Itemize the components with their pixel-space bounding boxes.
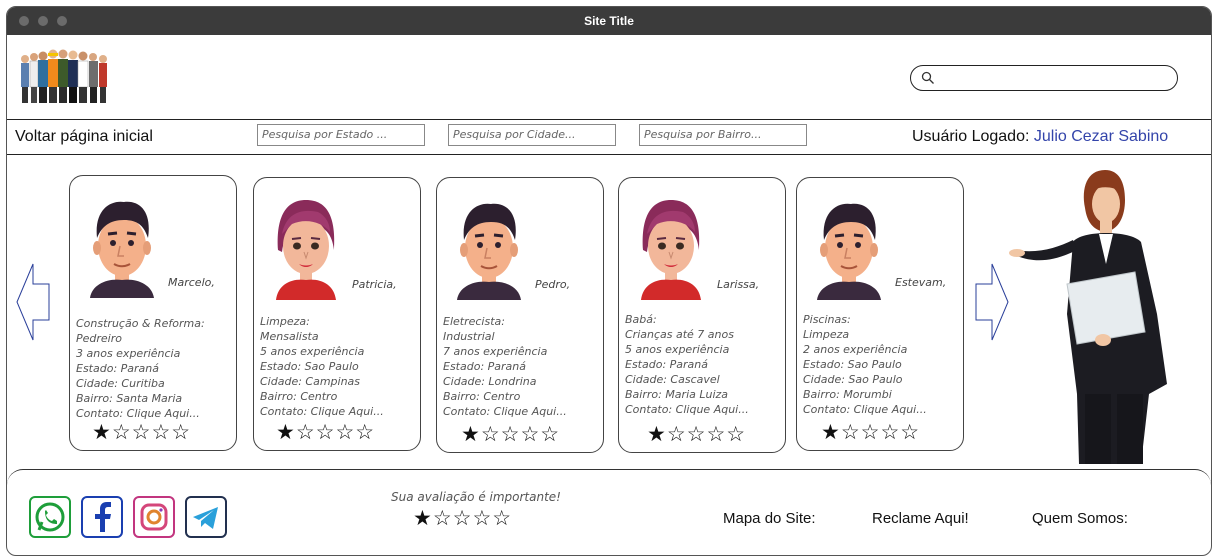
- state-search-input[interactable]: Pesquisa por Estado ...: [257, 124, 425, 146]
- rating-message: Sua avaliação é importante!: [390, 490, 561, 504]
- detail-line: Bairro: Santa Maria: [76, 392, 183, 405]
- male-avatar: [449, 190, 529, 300]
- detail-line: Bairro: Centro: [443, 390, 521, 403]
- logged-user: Usuário Logado: Julio Cezar Sabino: [912, 128, 1168, 146]
- detail-line: 7 anos experiência: [443, 345, 548, 358]
- professional-details: Limpeza: Mensalista 5 anos experiência Esta…: [260, 314, 384, 419]
- detail-line: Estado: Sao Paulo: [260, 360, 359, 373]
- carousel-prev-arrow-icon[interactable]: [15, 262, 51, 342]
- logged-user-name[interactable]: Julio Cezar Sabino: [1034, 128, 1168, 145]
- rating-stars[interactable]: ★☆☆☆☆: [276, 422, 375, 443]
- professional-name: Pedro,: [535, 278, 571, 291]
- contact-link[interactable]: Contato: Clique Aqui...: [260, 404, 384, 419]
- detail-line: 3 anos experiência: [76, 347, 181, 360]
- detail-line: Crianças até 7 anos: [625, 328, 734, 341]
- detail-line: Limpeza:: [260, 315, 310, 328]
- professional-card[interactable]: Larissa, Babá: Crianças até 7 anos 5 anos e…: [618, 177, 786, 453]
- presenter-woman-image: [1009, 170, 1167, 464]
- carousel-next-arrow-icon[interactable]: [974, 262, 1010, 342]
- professional-name: Estevam,: [895, 276, 947, 289]
- rating-stars[interactable]: ★☆☆☆☆: [92, 422, 191, 443]
- detail-line: Cidade: Londrina: [443, 375, 537, 388]
- detail-line: Bairro: Morumbi: [803, 388, 892, 401]
- title-bar: Site Title: [7, 7, 1211, 35]
- detail-line: Construção & Reforma:: [76, 317, 205, 330]
- rating-stars[interactable]: ★☆☆☆☆: [647, 424, 746, 445]
- detail-line: Limpeza: [803, 328, 850, 341]
- nav-bar: Voltar página inicial Pesquisa por Estad…: [7, 119, 1211, 155]
- professional-details: Babá: Crianças até 7 anos 5 anos experiênc…: [625, 312, 749, 417]
- female-avatar: [631, 190, 711, 300]
- district-search-placeholder: Pesquisa por Bairro...: [644, 128, 762, 141]
- professional-card[interactable]: Estevam, Piscinas: Limpeza 2 anos experiênc…: [796, 177, 964, 451]
- search-icon: [921, 71, 934, 84]
- detail-line: 2 anos experiência: [803, 343, 908, 356]
- city-search-placeholder: Pesquisa por Cidade...: [453, 128, 576, 141]
- city-search-input[interactable]: Pesquisa por Cidade...: [448, 124, 616, 146]
- detail-line: Eletrecista:: [443, 315, 505, 328]
- site-map-link[interactable]: Mapa do Site:: [723, 510, 816, 527]
- back-home-link[interactable]: Voltar página inicial: [15, 128, 153, 146]
- browser-window: Site Title Voltar página inicial Pesquis…: [6, 6, 1212, 556]
- detail-line: Industrial: [443, 330, 495, 343]
- whatsapp-icon[interactable]: [29, 496, 71, 538]
- detail-line: Bairro: Maria Luiza: [625, 388, 729, 401]
- professional-details: Piscinas: Limpeza 2 anos experiência Estado…: [803, 312, 927, 417]
- professional-name: Marcelo,: [168, 276, 215, 289]
- detail-line: 5 anos experiência: [625, 343, 730, 356]
- complaint-link[interactable]: Reclame Aqui!: [872, 510, 969, 527]
- detail-line: 5 anos experiência: [260, 345, 365, 358]
- instagram-icon[interactable]: [133, 496, 175, 538]
- detail-line: Pedreiro: [76, 332, 122, 345]
- detail-line: Estado: Paraná: [76, 362, 159, 375]
- professional-card[interactable]: Marcelo, Construção & Reforma: Pedreiro 3 a…: [69, 175, 237, 451]
- workers-group-logo[interactable]: [17, 45, 113, 107]
- male-avatar: [809, 190, 889, 300]
- detail-line: Babá:: [625, 313, 657, 326]
- window-title: Site Title: [584, 14, 634, 28]
- professional-card[interactable]: Pedro, Eletrecista: Industrial 7 anos exper…: [436, 177, 604, 453]
- professional-details: Construção & Reforma: Pedreiro 3 anos expe…: [76, 316, 205, 421]
- contact-link[interactable]: Contato: Clique Aqui...: [76, 406, 205, 421]
- detail-line: Estado: Paraná: [443, 360, 526, 373]
- professional-name: Patricia,: [352, 278, 397, 291]
- professional-card[interactable]: Patricia, Limpeza: Mensalista 5 anos experi…: [253, 177, 421, 451]
- detail-line: Cidade: Sao Paulo: [803, 373, 903, 386]
- detail-line: Estado: Paraná: [625, 358, 708, 371]
- district-search-input[interactable]: Pesquisa por Bairro...: [639, 124, 807, 146]
- facebook-icon[interactable]: [81, 496, 123, 538]
- detail-line: Cidade: Cascavel: [625, 373, 720, 386]
- search-bar[interactable]: [910, 65, 1178, 91]
- telegram-icon[interactable]: [185, 496, 227, 538]
- logged-user-label: Usuário Logado:: [912, 128, 1030, 145]
- female-avatar: [266, 190, 346, 300]
- site-rating-stars[interactable]: ★☆☆☆☆: [413, 506, 512, 531]
- professional-name: Larissa,: [717, 278, 760, 291]
- professional-details: Eletrecista: Industrial 7 anos experiência…: [443, 314, 567, 419]
- state-search-placeholder: Pesquisa por Estado ...: [262, 128, 388, 141]
- detail-line: Cidade: Campinas: [260, 375, 361, 388]
- rating-stars[interactable]: ★☆☆☆☆: [461, 424, 560, 445]
- detail-line: Piscinas:: [803, 313, 851, 326]
- contact-link[interactable]: Contato: Clique Aqui...: [443, 404, 567, 419]
- detail-line: Estado: Sao Paulo: [803, 358, 902, 371]
- male-avatar: [82, 188, 162, 298]
- detail-line: Bairro: Centro: [260, 390, 338, 403]
- contact-link[interactable]: Contato: Clique Aqui...: [625, 402, 749, 417]
- footer: Sua avaliação é importante! ★☆☆☆☆ Mapa d…: [7, 469, 1211, 555]
- about-us-link[interactable]: Quem Somos:: [1032, 510, 1128, 527]
- contact-link[interactable]: Contato: Clique Aqui...: [803, 402, 927, 417]
- detail-line: Cidade: Curitiba: [76, 377, 165, 390]
- detail-line: Mensalista: [260, 330, 319, 343]
- rating-stars[interactable]: ★☆☆☆☆: [821, 422, 920, 443]
